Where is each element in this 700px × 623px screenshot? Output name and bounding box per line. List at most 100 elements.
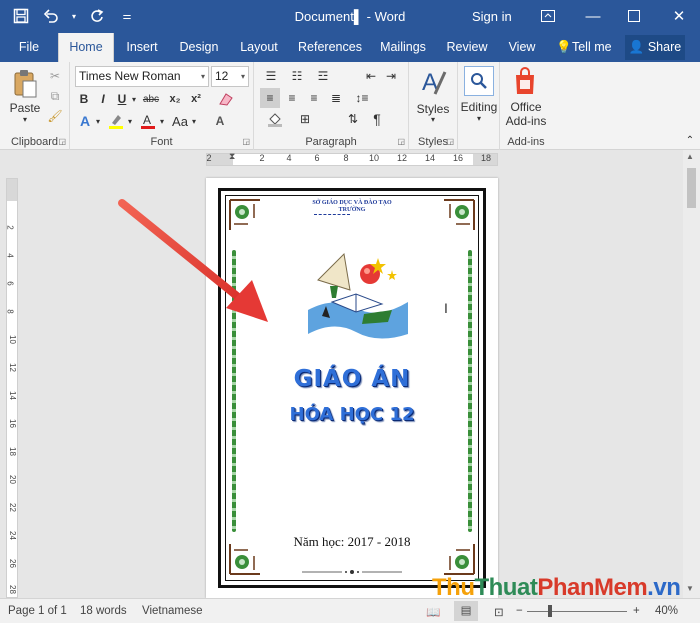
find-icon[interactable] (464, 66, 494, 96)
word-count[interactable]: 18 words (80, 605, 127, 617)
tab-review[interactable]: Review (444, 33, 490, 62)
styles-icon[interactable]: A (417, 66, 449, 100)
share-button[interactable]: 👤 Share (625, 35, 685, 60)
tab-file[interactable]: File (8, 33, 50, 62)
print-layout-icon[interactable]: ▤ (454, 601, 478, 621)
editing-button[interactable]: Editing (458, 100, 500, 114)
document-page[interactable]: SỞ GIÁO DỤC VÀ ĐÀO TẠO TRƯỜNG GIÁO ÁN HÓ… (206, 178, 498, 598)
office-addins-line1[interactable]: Office (500, 100, 552, 114)
styles-launcher-icon[interactable]: ◲ (446, 137, 454, 146)
zoom-slider-knob[interactable] (548, 605, 552, 617)
superscript-icon[interactable]: x² (187, 90, 205, 108)
increase-indent-icon[interactable]: ⇥ (382, 67, 400, 85)
vertical-ruler[interactable]: 2 4 6 8 10 12 14 16 18 20 22 24 26 28 (6, 178, 18, 598)
font-color-dropdown-icon[interactable]: ▾ (158, 111, 166, 131)
office-addins-line2[interactable]: Add-ins (500, 114, 552, 128)
cut-icon[interactable]: ✂ (46, 67, 64, 85)
scroll-down-icon[interactable]: ▼ (686, 584, 694, 593)
editing-dropdown-icon[interactable]: ▾ (458, 114, 500, 123)
zoom-out-icon[interactable]: − (516, 605, 523, 617)
character-border-icon[interactable]: A (210, 111, 230, 131)
zoom-level[interactable]: 40% (655, 605, 678, 617)
bullets-icon[interactable]: ☰ (260, 67, 282, 85)
styles-dropdown-icon[interactable]: ▾ (409, 115, 457, 124)
highlight-dropdown-icon[interactable]: ▾ (126, 111, 134, 131)
copy-icon[interactable]: ⧉ (46, 87, 64, 105)
read-mode-icon[interactable]: 📖 (426, 605, 440, 619)
font-size-dropdown-icon[interactable]: ▾ (241, 67, 245, 86)
borders-icon[interactable]: ⊞ (294, 109, 316, 129)
bold-icon[interactable]: B (76, 90, 92, 108)
tab-layout[interactable]: Layout (236, 33, 282, 62)
paste-icon[interactable] (8, 68, 42, 100)
shading-icon[interactable] (264, 109, 286, 129)
align-center-icon[interactable]: ≡ (282, 88, 302, 108)
ruler-tick: 18 (480, 153, 492, 163)
clear-formatting-icon[interactable] (216, 90, 236, 108)
multilevel-list-icon[interactable]: ☲ (312, 67, 334, 85)
italic-icon[interactable]: I (95, 90, 111, 108)
font-name-combo[interactable]: Times New Roman ▾ (75, 66, 209, 87)
horizontal-ruler[interactable]: 2 2 4 6 8 10 12 14 16 18 ⧗ (206, 151, 498, 166)
paste-dropdown-icon[interactable]: ▾ (4, 115, 46, 124)
change-case-icon[interactable]: Aa (170, 111, 190, 131)
strikethrough-icon[interactable]: abc (140, 90, 162, 108)
underline-dropdown-icon[interactable]: ▾ (130, 90, 138, 108)
tab-view[interactable]: View (505, 33, 539, 62)
close-icon[interactable]: ✕ (664, 4, 694, 28)
font-color-icon[interactable]: A (138, 111, 158, 131)
format-painter-icon[interactable]: 🖌 (46, 107, 64, 125)
align-left-icon[interactable]: ≡ (260, 88, 280, 108)
editing-group: Editing ▾ (458, 62, 500, 150)
styles-button[interactable]: Styles (409, 102, 457, 116)
thuthuatphanmem-watermark: ThuThuatPhanMem.vn (432, 574, 681, 602)
sign-in-link[interactable]: Sign in (472, 9, 512, 24)
ruler-tick: 24 (7, 531, 17, 540)
tab-insert[interactable]: Insert (118, 33, 166, 62)
align-right-icon[interactable]: ≡ (304, 88, 324, 108)
tab-mailings[interactable]: Mailings (376, 33, 430, 62)
tell-me-box[interactable]: 💡Tell me (555, 33, 613, 62)
justify-icon[interactable]: ≣ (326, 88, 346, 108)
office-store-icon[interactable] (512, 66, 538, 96)
scroll-up-icon[interactable]: ▲ (686, 152, 694, 161)
text-effects-dropdown-icon[interactable]: ▾ (94, 111, 102, 131)
page-count[interactable]: Page 1 of 1 (8, 605, 67, 617)
watermark-part: PhanMem (537, 574, 648, 601)
numbering-icon[interactable]: ☷ (286, 67, 308, 85)
show-formatting-icon[interactable]: ¶ (366, 109, 388, 129)
sort-icon[interactable]: ⇅ (342, 109, 364, 129)
underline-icon[interactable]: U (114, 90, 130, 108)
tab-design[interactable]: Design (176, 33, 222, 62)
ribbon-display-options-icon[interactable] (533, 4, 563, 28)
highlight-icon[interactable] (106, 111, 126, 131)
watermark-part: Thu (432, 574, 475, 601)
font-name-value: Times New Roman (79, 69, 181, 83)
paste-button[interactable]: Paste (4, 101, 46, 115)
line-spacing-icon[interactable]: ↕≡ (350, 88, 374, 108)
scrollbar-thumb[interactable] (687, 168, 696, 208)
subscript-icon[interactable]: x₂ (166, 90, 184, 108)
clipboard-launcher-icon[interactable]: ◲ (58, 137, 66, 146)
web-layout-icon[interactable]: ⊡ (494, 605, 504, 619)
zoom-in-icon[interactable]: + (633, 605, 640, 617)
tab-home[interactable]: Home (58, 33, 114, 62)
zoom-slider[interactable] (527, 611, 627, 612)
decrease-indent-icon[interactable]: ⇤ (362, 67, 380, 85)
change-case-dropdown-icon[interactable]: ▾ (190, 111, 198, 131)
indent-marker-icon[interactable]: ⧗ (229, 151, 235, 162)
language-indicator[interactable]: Vietnamese (142, 605, 203, 617)
school-year-text: Năm học: 2017 - 2018 (293, 534, 411, 549)
font-size-combo[interactable]: 12 ▾ (211, 66, 249, 87)
ruler-tick: 2 (5, 225, 15, 230)
vertical-scrollbar[interactable]: ▲ ▼ (683, 150, 700, 598)
font-name-dropdown-icon[interactable]: ▾ (201, 67, 205, 86)
minimize-icon[interactable]: — (578, 4, 608, 28)
paragraph-launcher-icon[interactable]: ◲ (397, 137, 405, 146)
tab-references[interactable]: References (297, 33, 363, 62)
collapse-ribbon-icon[interactable]: ⌃ (684, 134, 696, 146)
ruler-tick: 18 (7, 447, 17, 456)
text-effects-icon[interactable]: A (76, 111, 94, 131)
maximize-icon[interactable] (619, 4, 649, 28)
font-launcher-icon[interactable]: ◲ (242, 137, 250, 146)
